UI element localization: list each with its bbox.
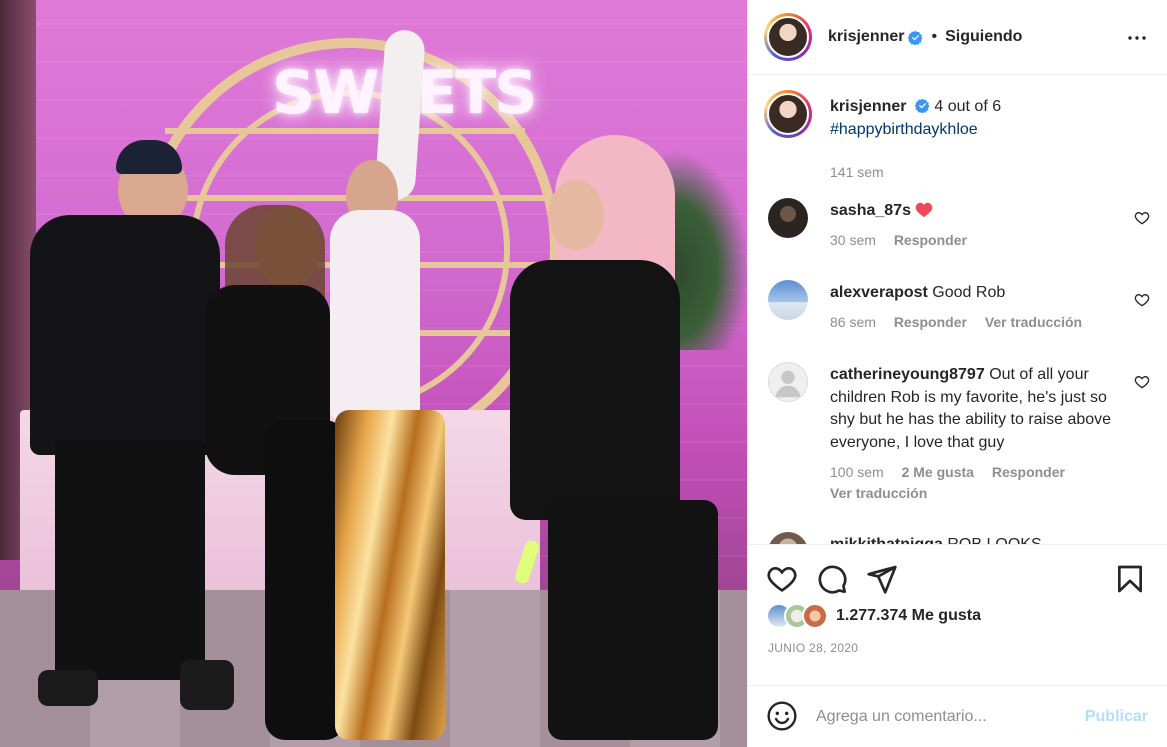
comment-icon[interactable] <box>816 563 848 595</box>
post-actions: 1.277.374 Me gusta JUNIO 28, 2020 <box>748 544 1167 684</box>
comment-username[interactable]: sasha_87s <box>830 202 911 219</box>
publish-button[interactable]: Publicar <box>1085 708 1148 726</box>
comment-likes[interactable]: 2 Me gusta <box>902 464 974 480</box>
comment-username[interactable]: mikkithatnigga <box>830 536 943 544</box>
reply-button[interactable]: Responder <box>894 314 967 330</box>
post-side-panel: krisjenner • Siguiendo krisjenner 4 out … <box>747 0 1167 747</box>
red-heart-emoji-icon <box>916 202 933 217</box>
verified-icon <box>908 30 923 45</box>
commenter-avatar[interactable] <box>768 280 808 320</box>
default-avatar-icon <box>775 370 801 398</box>
reply-button[interactable]: Responder <box>894 232 967 248</box>
comment-username[interactable]: alexverapost <box>830 284 928 301</box>
commenter-avatar[interactable] <box>768 198 808 238</box>
reply-button[interactable]: Responder <box>992 464 1065 480</box>
emoji-icon[interactable] <box>766 700 798 732</box>
comment-username[interactable]: catherineyoung8797 <box>830 366 985 383</box>
caption-avatar[interactable] <box>764 90 812 138</box>
caption-username[interactable]: krisjenner <box>830 98 906 115</box>
caption-text: 4 out of 6 <box>934 98 1002 115</box>
commenter-avatar[interactable] <box>768 362 808 402</box>
like-comment-heart-icon[interactable] <box>1134 210 1150 226</box>
like-comment-heart-icon[interactable] <box>1134 374 1150 390</box>
comment-meta: 86 sem Responder Ver traducción <box>830 314 1096 330</box>
comment-meta: 30 sem Responder <box>830 232 981 248</box>
comment-text: Good Rob <box>932 284 1006 301</box>
separator-dot: • <box>931 28 938 45</box>
likes-count[interactable]: 1.277.374 Me gusta <box>836 607 981 625</box>
comment-input[interactable] <box>816 702 1066 732</box>
caption-time[interactable]: 141 sem <box>830 164 884 180</box>
comment-time[interactable]: 100 sem <box>830 464 884 480</box>
likes-summary[interactable]: 1.277.374 Me gusta <box>766 603 981 629</box>
like-comment-heart-icon[interactable] <box>1134 292 1150 308</box>
author-username[interactable]: krisjenner <box>828 28 904 46</box>
bookmark-icon[interactable] <box>1114 563 1146 595</box>
more-icon[interactable] <box>1125 26 1149 50</box>
post-header: krisjenner • Siguiendo <box>748 0 1167 75</box>
commenter-avatar[interactable] <box>768 532 808 544</box>
author-avatar[interactable] <box>764 13 812 61</box>
translate-button[interactable]: Ver traducción <box>830 485 927 501</box>
comment-meta-secondary: Ver traducción <box>830 485 941 501</box>
post-date[interactable]: JUNIO 28, 2020 <box>768 641 858 655</box>
verified-icon <box>914 98 930 113</box>
comment-text: ROB LOOKS <box>947 536 1041 544</box>
share-icon[interactable] <box>866 563 898 595</box>
caption-hashtag[interactable]: #happybirthdaykhloe <box>830 121 978 138</box>
follow-status-button[interactable]: Siguiendo <box>945 28 1022 46</box>
heart-icon[interactable] <box>766 563 798 595</box>
shelf <box>165 128 525 134</box>
comment-meta: 100 sem 2 Me gusta Responder <box>830 464 1079 480</box>
liker-avatar <box>802 603 828 629</box>
comment-time[interactable]: 86 sem <box>830 314 876 330</box>
comment-time[interactable]: 30 sem <box>830 232 876 248</box>
translate-button[interactable]: Ver traducción <box>985 314 1082 330</box>
comment-composer: Publicar <box>748 685 1167 747</box>
caption-meta: 141 sem <box>830 164 898 180</box>
comments-list[interactable]: krisjenner 4 out of 6 #happybirthdaykhlo… <box>748 76 1167 544</box>
post-photo[interactable]: SWEETS <box>0 0 747 747</box>
